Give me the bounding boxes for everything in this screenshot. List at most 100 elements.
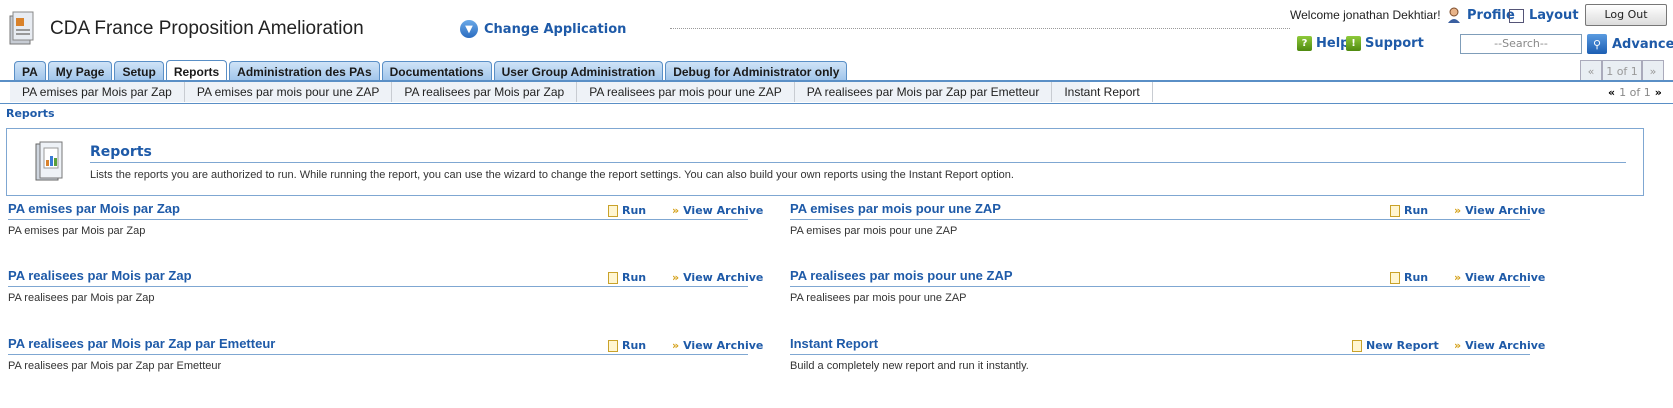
- tab-page-indicator: 1 of 1: [1602, 60, 1642, 82]
- info-description: Lists the reports you are authorized to …: [90, 169, 1014, 181]
- report-divider: [790, 286, 1530, 287]
- support-link[interactable]: ! Support: [1346, 36, 1424, 51]
- subtab-prev-button[interactable]: «: [1608, 86, 1615, 99]
- archive-label: View Archive: [1465, 204, 1546, 217]
- tab-pa[interactable]: PA: [14, 61, 46, 81]
- subtab-report[interactable]: PA realisees par Mois par Zap: [392, 82, 578, 102]
- report-divider: [790, 219, 1530, 220]
- action-label: Run: [622, 271, 647, 284]
- report-title[interactable]: PA emises par Mois par Zap: [8, 201, 180, 216]
- subtab-page-indicator: 1 of 1: [1619, 86, 1651, 99]
- help-link[interactable]: ? Help: [1297, 36, 1349, 51]
- report-description: PA realisees par Mois par Zap par Emette…: [8, 360, 222, 372]
- advanced-search-link[interactable]: Advanced: [1612, 37, 1673, 52]
- support-label: Support: [1365, 36, 1424, 51]
- main-tabs: PA My Page Setup Reports Administration des …: [14, 60, 848, 82]
- report-title[interactable]: PA realisees par Mois par Zap par Emette…: [8, 336, 275, 351]
- tab-documentations[interactable]: Documentations: [381, 61, 492, 81]
- report-divider: [8, 286, 748, 287]
- view-archive-button[interactable]: » View Archive: [1454, 204, 1545, 217]
- subtab-report[interactable]: PA realisees par Mois par Zap par Emette…: [795, 82, 1053, 102]
- subtab-next-button[interactable]: »: [1655, 86, 1662, 99]
- layout-link[interactable]: Layout: [1529, 8, 1579, 23]
- tab-administration-des-pas[interactable]: Administration des PAs: [229, 61, 380, 81]
- archive-label: View Archive: [683, 271, 764, 284]
- report-title[interactable]: PA realisees par Mois par Zap: [8, 268, 192, 283]
- arrow-right-icon: »: [672, 339, 680, 352]
- report-title[interactable]: Instant Report: [790, 336, 878, 351]
- subtab-report[interactable]: PA realisees par mois pour une ZAP: [577, 82, 795, 102]
- action-label: Run: [1404, 204, 1429, 217]
- run-report-button[interactable]: Run: [608, 271, 646, 284]
- tab-pager: « 1 of 1 »: [1580, 60, 1664, 82]
- info-divider: [90, 162, 1626, 163]
- arrow-right-icon: »: [1454, 204, 1462, 217]
- report-description: PA emises par Mois par Zap: [8, 225, 146, 237]
- document-icon: [1390, 204, 1400, 217]
- run-report-button[interactable]: Run: [608, 204, 646, 217]
- run-report-button[interactable]: Run: [608, 339, 646, 352]
- action-label: Run: [622, 204, 647, 217]
- new-report-button[interactable]: New Report: [1352, 339, 1439, 352]
- report-divider: [8, 219, 748, 220]
- tab-user-group-administration[interactable]: User Group Administration: [493, 61, 664, 81]
- support-icon: !: [1346, 36, 1361, 51]
- report-description: Build a completely new report and run it…: [790, 360, 1029, 372]
- breadcrumb[interactable]: Reports: [6, 107, 55, 120]
- subtab-report[interactable]: Instant Report: [1052, 82, 1153, 102]
- subtab-line: [0, 103, 1673, 104]
- action-label: Run: [622, 339, 647, 352]
- change-application-link[interactable]: ▼ Change Application: [460, 20, 626, 38]
- tab-setup[interactable]: Setup: [114, 61, 164, 81]
- user-icon: [1448, 7, 1460, 23]
- info-title: Reports: [90, 144, 152, 160]
- subtab-report[interactable]: PA emises par mois pour une ZAP: [185, 82, 393, 102]
- header-divider: [670, 28, 1290, 29]
- archive-label: View Archive: [683, 204, 764, 217]
- view-archive-button[interactable]: » View Archive: [672, 339, 763, 352]
- report-title[interactable]: PA realisees par mois pour une ZAP: [790, 268, 1013, 283]
- subtab-report[interactable]: PA emises par Mois par Zap: [10, 82, 185, 102]
- view-archive-button[interactable]: » View Archive: [1454, 339, 1545, 352]
- report-divider: [8, 354, 748, 355]
- tab-my-page[interactable]: My Page: [47, 61, 113, 81]
- run-report-button[interactable]: Run: [1390, 271, 1428, 284]
- report-title[interactable]: PA emises par mois pour une ZAP: [790, 201, 1001, 216]
- view-archive-button[interactable]: » View Archive: [672, 204, 763, 217]
- search-icon[interactable]: ⚲: [1587, 34, 1607, 54]
- arrow-right-icon: »: [1454, 271, 1462, 284]
- chevron-down-icon: ▼: [460, 20, 478, 38]
- tab-prev-button[interactable]: «: [1580, 60, 1602, 82]
- profile-link[interactable]: Profile: [1467, 8, 1515, 23]
- help-icon: ?: [1297, 36, 1312, 51]
- report-description: PA emises par mois pour une ZAP: [790, 225, 958, 237]
- logout-button[interactable]: Log Out: [1585, 4, 1667, 26]
- arrow-right-icon: »: [672, 204, 680, 217]
- report-description: PA realisees par Mois par Zap: [8, 292, 155, 304]
- document-icon: [608, 339, 618, 352]
- welcome-text: Welcome jonathan Dekhtiar!: [1290, 8, 1441, 22]
- help-label: Help: [1316, 36, 1350, 51]
- search-input[interactable]: --Search--: [1460, 34, 1582, 54]
- report-description: PA realisees par mois pour une ZAP: [790, 292, 967, 304]
- archive-label: View Archive: [1465, 271, 1546, 284]
- tab-debug-for-administrator-only[interactable]: Debug for Administrator only: [665, 61, 848, 81]
- tab-next-button[interactable]: »: [1642, 60, 1664, 82]
- archive-label: View Archive: [1465, 339, 1546, 352]
- document-icon: [1352, 339, 1362, 352]
- arrow-right-icon: »: [1454, 339, 1462, 352]
- report-document-icon: [35, 141, 63, 181]
- change-application-label: Change Application: [484, 21, 627, 37]
- subtab-pager: « 1 of 1 »: [1608, 86, 1662, 99]
- view-archive-button[interactable]: » View Archive: [672, 271, 763, 284]
- run-report-button[interactable]: Run: [1390, 204, 1428, 217]
- archive-label: View Archive: [683, 339, 764, 352]
- action-label: New Report: [1366, 339, 1439, 352]
- report-divider: [790, 354, 1530, 355]
- document-icon: [608, 204, 618, 217]
- view-archive-button[interactable]: » View Archive: [1454, 271, 1545, 284]
- document-icon: [1390, 271, 1400, 284]
- layout-icon: [1509, 9, 1524, 23]
- app-title: CDA France Proposition Amelioration: [50, 18, 364, 39]
- tab-reports[interactable]: Reports: [165, 60, 228, 82]
